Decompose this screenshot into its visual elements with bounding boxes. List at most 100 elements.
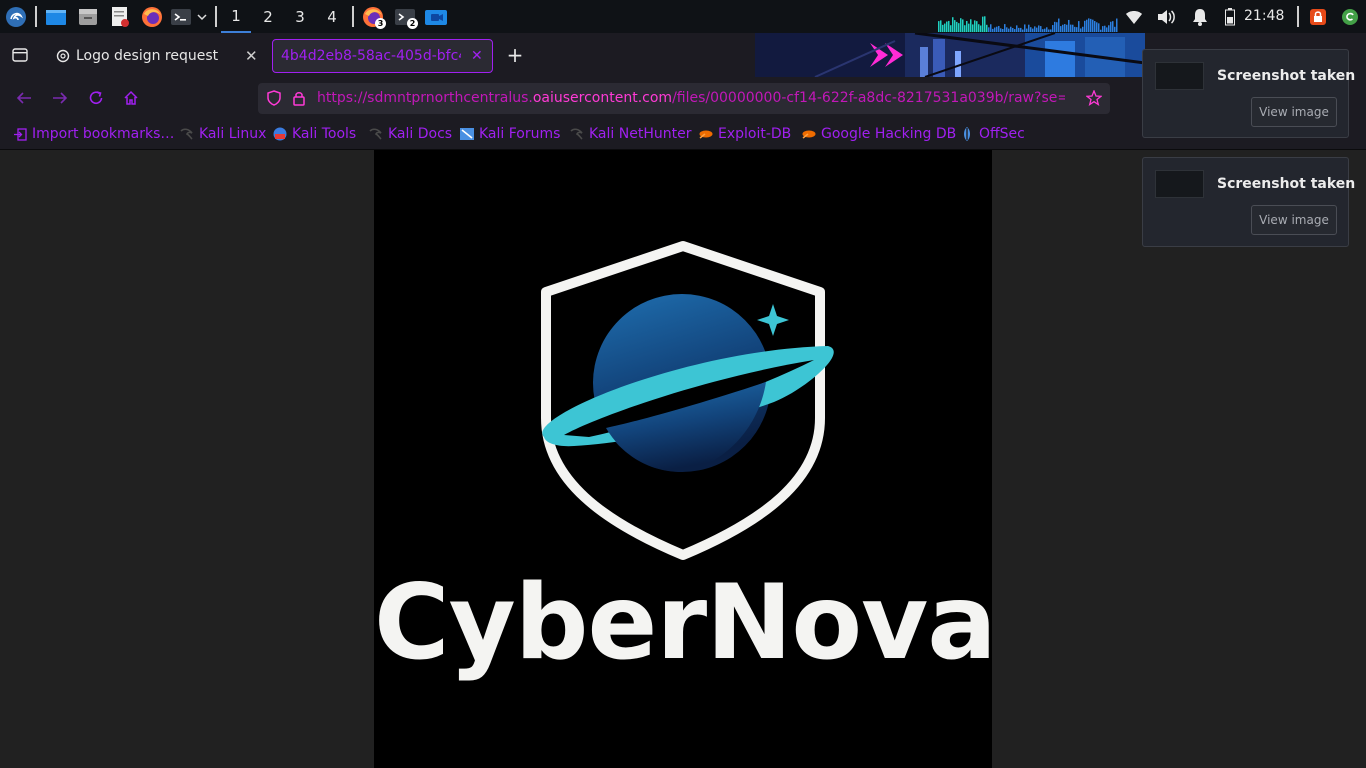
wifi-icon[interactable] [1123,0,1145,33]
bookmark-label: Exploit-DB [718,126,792,142]
network-graph-bar [1032,28,1034,32]
network-graph-bar [1036,27,1038,32]
screenshot-notification[interactable]: Screenshot taken View image [1142,49,1355,138]
network-graph-bar [954,20,956,32]
network-graph-bar [978,24,980,32]
url-bar[interactable]: https://sdmntprnorthcentralus.oaiusercon… [258,83,1110,114]
chevron-down-icon[interactable] [195,0,209,33]
view-image-button[interactable]: View image [1251,97,1337,127]
network-graph-bar [950,25,952,32]
network-graph-bar [1096,22,1098,32]
bookmark-google-hacking-db[interactable]: Google Hacking DB [802,125,956,143]
firefox-window-icon[interactable]: 3 [358,0,388,33]
network-graph-bar [1018,27,1020,32]
file-manager-icon[interactable] [75,0,101,33]
network-graph-bar [1068,19,1070,32]
bookmark-offsec[interactable]: OffSec [960,125,1025,143]
close-tab-icon[interactable]: ✕ [471,48,483,64]
show-desktop-icon[interactable] [43,0,69,33]
firefox-icon[interactable] [139,0,165,33]
bookmark-label: Kali Linux [199,126,267,142]
network-graph-bar [1090,18,1092,32]
bookmark-kali-linux[interactable]: Kali Linux [180,125,266,143]
bookmark-star-icon[interactable] [1084,88,1104,108]
back-arrow-icon[interactable] [13,88,35,108]
network-graph-bar [1000,28,1002,32]
network-graph-bar [944,23,946,32]
network-graph-bar [1060,26,1062,32]
tab-image[interactable]: 4b4d2eb8-58ac-405d-bfc4 ✕ [272,39,493,73]
import-icon [13,127,27,141]
network-graph-bar [938,21,940,32]
text-editor-icon[interactable] [107,0,133,33]
shield-icon[interactable] [264,88,284,108]
bookmark-kali-forums[interactable]: Kali Forums [460,125,560,143]
workspace-3[interactable]: 3 [285,0,315,33]
kali-menu-icon[interactable] [3,0,29,33]
update-icon[interactable] [1339,0,1361,33]
new-tab-icon[interactable]: + [505,43,525,67]
network-graph-bar [974,20,976,32]
logo-image[interactable]: CyberNova [374,150,992,768]
lock-icon[interactable] [1307,0,1329,33]
bookmark-exploit-db[interactable]: Exploit-DB [699,125,791,143]
network-graph-bar [966,21,968,32]
bookmark-label: Google Hacking DB [821,126,957,142]
terminal-window-icon[interactable]: 2 [390,0,420,33]
network-graph-bar [968,23,970,32]
lock-icon[interactable] [289,88,309,108]
network-graph-bar [986,24,988,32]
clock[interactable]: 21:48 [1244,0,1284,33]
screen-recorder-icon[interactable] [422,0,450,33]
network-graph-bar [1010,26,1012,32]
reload-icon[interactable] [85,88,107,108]
home-icon[interactable] [120,88,142,108]
network-graph-bar [940,20,942,32]
tab-logo-design[interactable]: Logo design request ✕ [44,39,266,73]
tab-overview-icon[interactable] [9,44,31,66]
workspace-2[interactable]: 2 [253,0,283,33]
network-graph-bar [1030,27,1032,32]
tab-label: Logo design request [76,48,219,64]
taskbar-separator [1297,6,1299,27]
forward-arrow-icon[interactable] [49,88,71,108]
network-graph-bar [1100,29,1102,32]
network-graph-bar [958,23,960,32]
volume-icon[interactable] [1155,0,1177,33]
workspace-4[interactable]: 4 [317,0,347,33]
screenshot-notification[interactable]: Screenshot taken View image [1142,157,1355,247]
network-graph-bar [1072,24,1074,32]
workspace-1[interactable]: 1 [221,0,251,33]
network-graph-bar [946,21,948,32]
network-graph-bar [1116,18,1118,32]
kali-dragon-icon [570,127,584,141]
view-image-button[interactable]: View image [1251,205,1337,235]
terminal-icon[interactable] [169,0,193,33]
network-graph-bar [1070,24,1072,32]
network-graph-bar [1024,24,1026,32]
battery-icon[interactable] [1222,0,1238,33]
kali-dragon-icon [369,127,383,141]
network-graph-bar [1110,21,1112,32]
bookmark-kali-nethunter[interactable]: Kali NetHunter [570,125,691,143]
network-graph-bar [1108,25,1110,32]
bookmark-kali-docs[interactable]: Kali Docs [369,125,452,143]
url-text[interactable]: https://sdmntprnorthcentralus.oaiusercon… [317,83,1065,114]
network-graph-bar [1038,25,1040,32]
network-graph-bar [992,28,994,32]
bookmark-label: Kali Forums [479,126,561,142]
network-graph-bar [1020,27,1022,32]
bookmark-label: OffSec [979,126,1025,142]
bookmark-kali-tools[interactable]: Kali Tools [273,125,356,143]
network-graph-bar [1052,25,1054,32]
bookmark-import[interactable]: Import bookmarks… [13,125,174,143]
bookmark-label: Kali Tools [292,126,357,142]
network-graph-bar [1092,19,1094,32]
url-host: oaiusercontent.com [532,90,673,106]
bell-icon[interactable] [1189,0,1211,33]
network-graph-bar [1082,26,1084,32]
screenshot-thumbnail[interactable] [1155,62,1204,90]
network-graph-bar [1094,21,1096,32]
close-tab-icon[interactable]: ✕ [245,47,258,65]
screenshot-thumbnail[interactable] [1155,170,1204,198]
